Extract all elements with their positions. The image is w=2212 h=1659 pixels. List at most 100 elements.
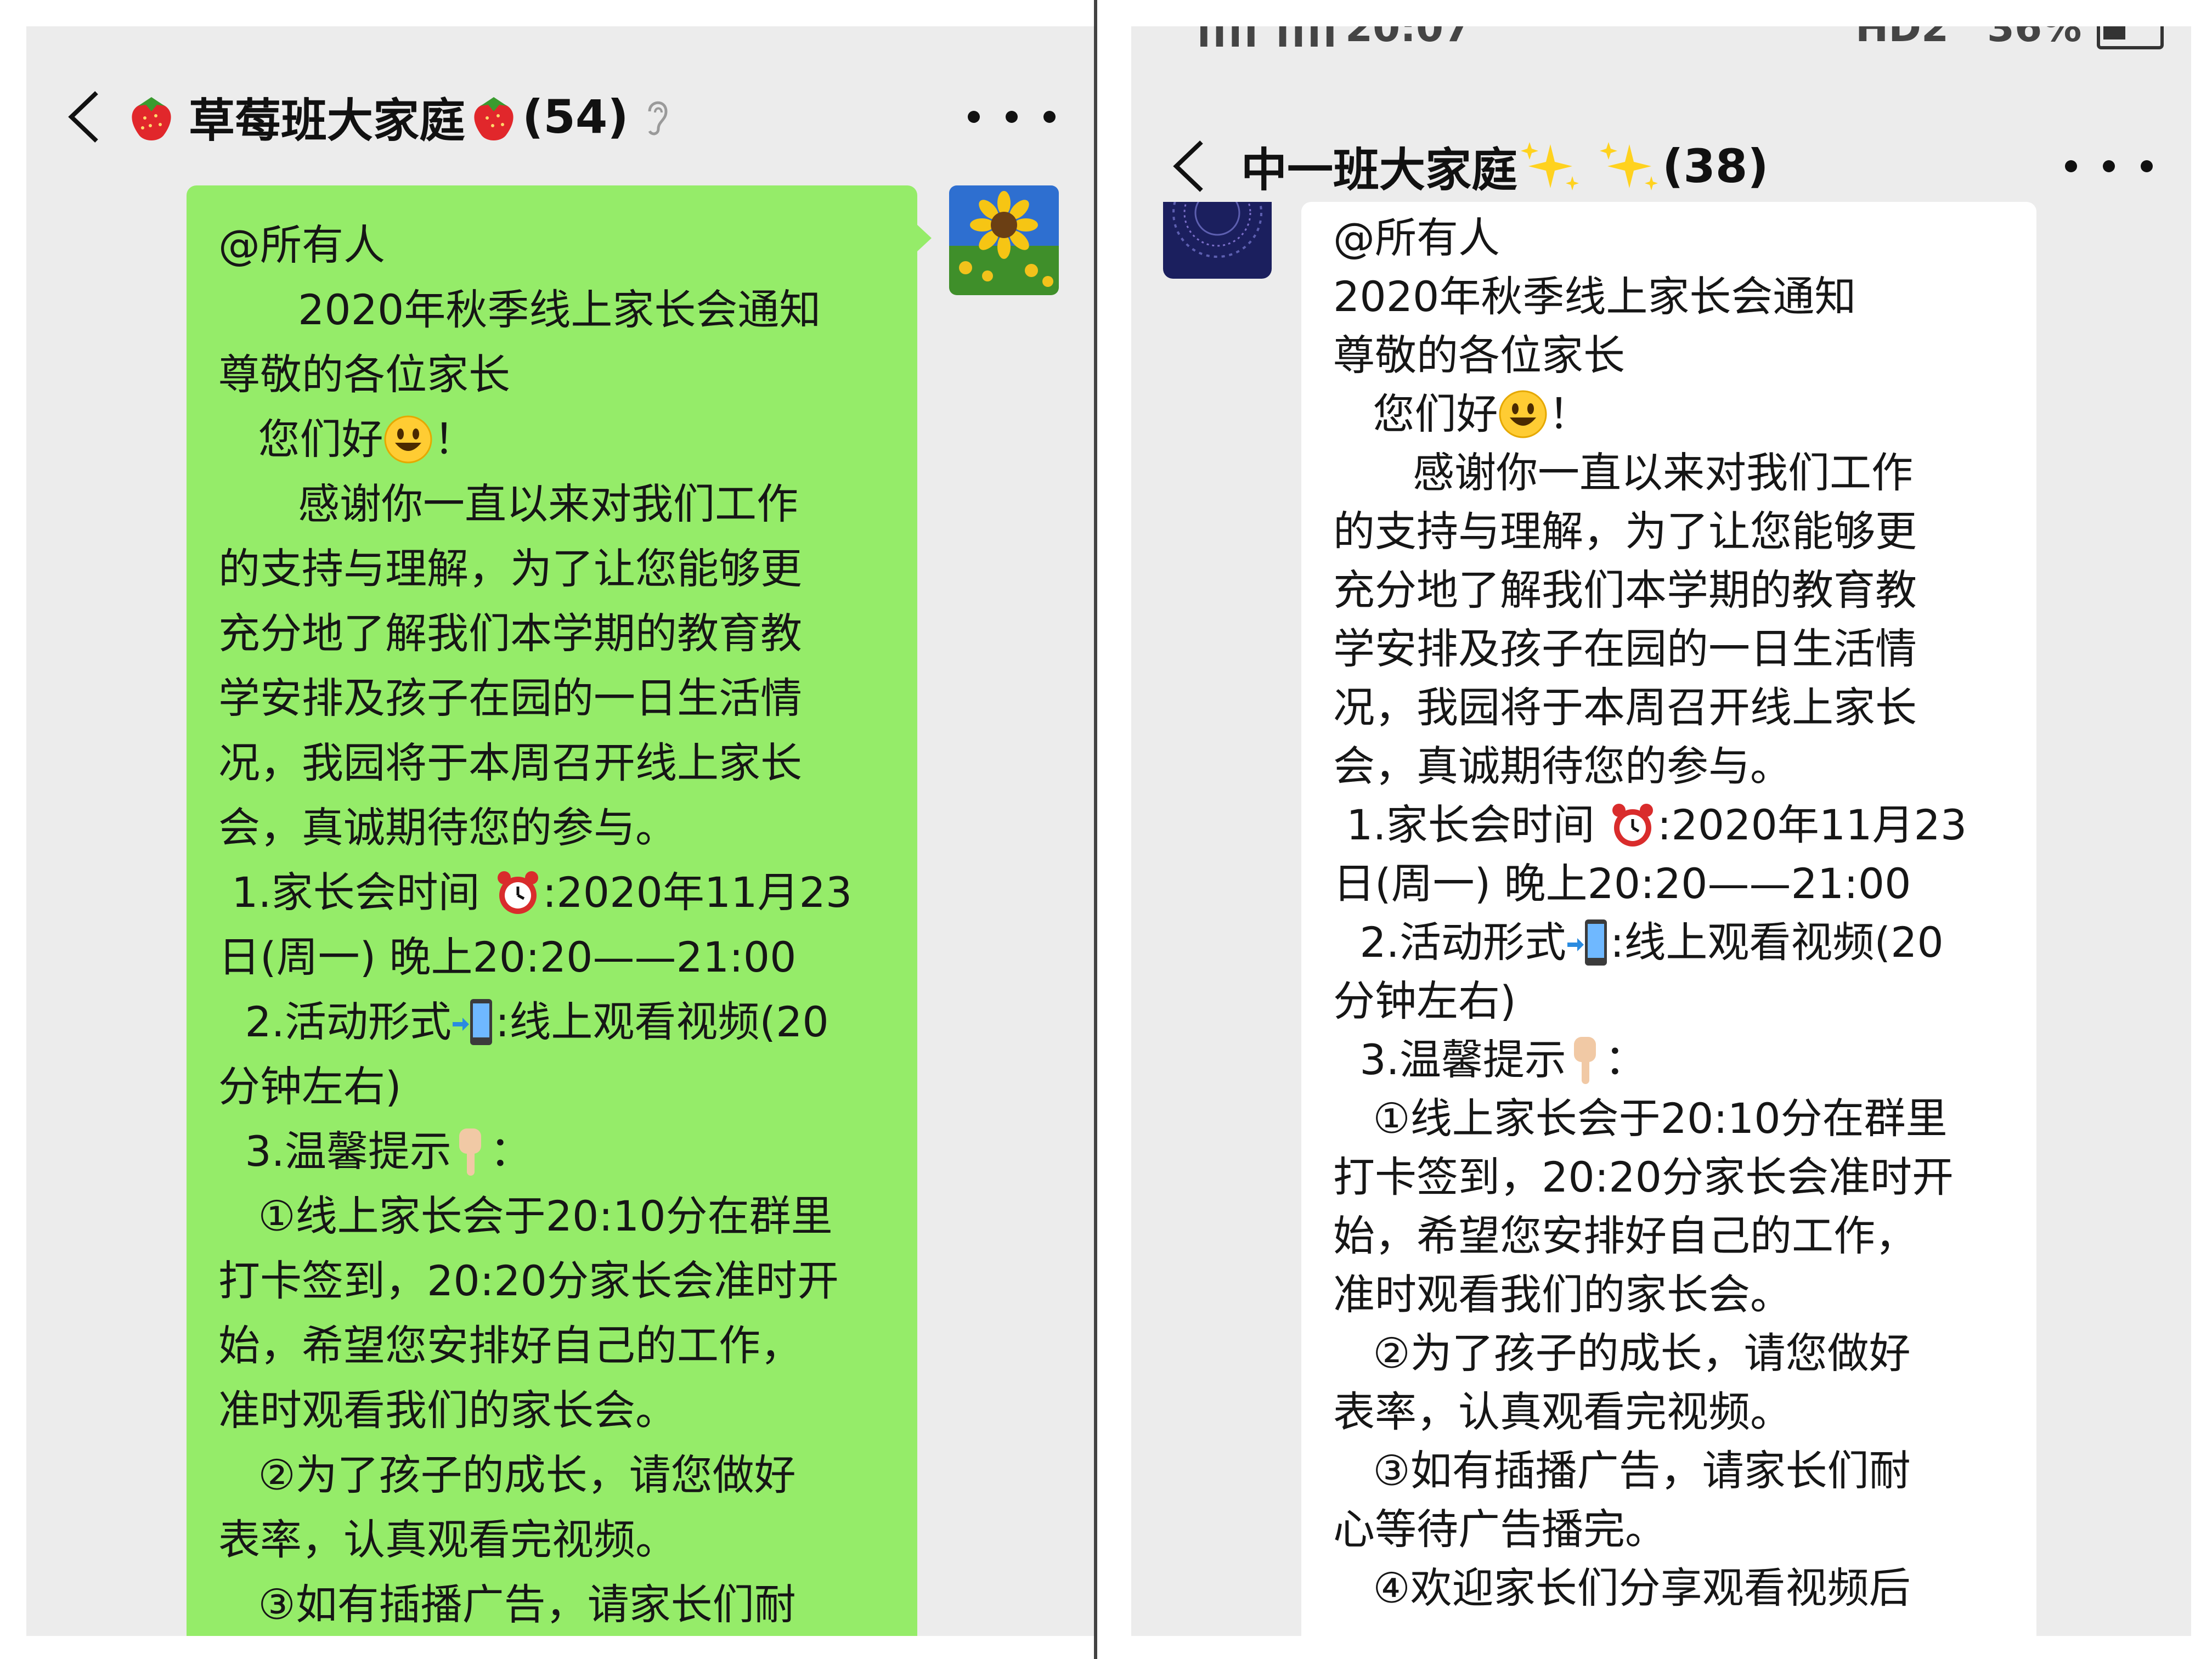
ear-icon: [648, 101, 668, 136]
message-line-format: 2.活动形式 :线上观看视频(20: [1333, 913, 2015, 972]
right-chat-screen: ıııı ıııı 20:07 HD2 36% 中一班大家庭 (38) @所有人…: [1131, 26, 2191, 1636]
network-type: HD2: [1855, 26, 1949, 50]
message-line: 的支持与理解，为了让您能够更: [218, 544, 802, 593]
strawberry-icon: [474, 97, 514, 140]
status-bar: ıııı ıııı 20:07 HD2 36%: [1131, 26, 2191, 59]
message-line: 始，希望您安排好自己的工作，: [1333, 1211, 1917, 1260]
mobile-arrow-icon: [1567, 919, 1607, 966]
message-line: 学安排及孩子在园的一日生活情: [218, 674, 802, 723]
message-line: 始，希望您安排好自己的工作，: [218, 1321, 802, 1370]
signal-icon: ıııı ıııı: [1197, 26, 1339, 56]
smiley-emoji-icon: [1499, 390, 1547, 438]
left-chat-screen: 草莓班大家庭 (54) @所有人 2020年秋季线上家长会通知 尊敬的各位家长 …: [26, 26, 1094, 1636]
group-title[interactable]: 中一班大家庭 (38): [1241, 133, 1769, 200]
message-line-tips: 3.温馨提示 ：: [1333, 1030, 2015, 1089]
message-text: ！: [1548, 390, 1590, 438]
pattern-avatar-image: [1163, 202, 1272, 279]
sparkles-icon: [1600, 142, 1658, 190]
message-line: 准时观看我们的家长会。: [1333, 1270, 1792, 1319]
more-dots-icon: [968, 111, 980, 123]
message-text: ：: [1604, 1035, 1646, 1084]
message-line: 分钟左右): [218, 1062, 402, 1111]
group-name: 中一班大家庭: [1241, 143, 1518, 197]
screenshot-divider: [1094, 0, 1097, 1659]
message-line: 表率，认真观看完视频。: [1333, 1387, 1792, 1436]
smiley-emoji-icon: [384, 415, 432, 464]
message-line: 况，我园将于本周召开线上家长: [1333, 683, 1917, 732]
message-line: 会，真诚期待您的参与。: [1333, 742, 1792, 791]
message-line: 感谢你一直以来对我们工作: [218, 479, 798, 528]
battery-level: 36%: [1987, 26, 2082, 50]
chevron-left-icon: [68, 91, 98, 143]
message-line: @所有人: [1333, 213, 1500, 262]
message-line: 打卡签到，20:20分家长会准时开: [1333, 1153, 1954, 1201]
message-line: 日(周一) 晚上20:20——21:00: [218, 933, 797, 981]
message-text: 您们好: [1333, 390, 1498, 438]
more-dots-icon: [2065, 160, 2077, 172]
message-text: 3.温馨提示: [1333, 1035, 1566, 1084]
message-line: ①线上家长会于20:10分在群里: [218, 1192, 833, 1240]
message-line: ②为了孩子的成长，请您做好: [1333, 1329, 1911, 1378]
message-line: 尊敬的各位家长: [218, 350, 510, 399]
message-line-time: 1.家长会时间 :2020年11月23: [218, 860, 890, 925]
alarm-clock-icon: [1612, 803, 1653, 847]
member-count: (54): [522, 90, 629, 144]
message-line: 况，我园将于本周召开线上家长: [218, 738, 802, 787]
message-text: :2020年11月23: [1657, 800, 1967, 849]
message-line: 心等待广告播完。: [1333, 1505, 1667, 1554]
sparkles-icon: [1521, 142, 1579, 190]
group-title[interactable]: 草莓班大家庭 (54): [125, 84, 670, 150]
message-text: 1.家长会时间: [218, 868, 493, 917]
sender-avatar[interactable]: [949, 185, 1059, 295]
strawberry-icon: [132, 97, 171, 140]
message-text: :线上观看视频(20: [1610, 918, 1944, 967]
message-text: ：: [489, 1127, 532, 1176]
message-line: 充分地了解我们本学期的教育教: [1333, 566, 1917, 614]
message-line: 感谢你一直以来对我们工作: [1333, 448, 1913, 497]
message-text: 您们好: [218, 415, 383, 464]
message-line-greeting: 您们好 ！: [1333, 385, 2015, 443]
back-button[interactable]: [48, 81, 120, 153]
message-line: 会，真诚期待您的参与。: [218, 803, 677, 852]
message-line: 尊敬的各位家长: [1333, 331, 1625, 380]
message-line: ③如有插播广告，请家长们耐: [218, 1580, 796, 1629]
message-text: 2.活动形式: [1333, 918, 1566, 967]
member-count: (38): [1662, 139, 1769, 193]
message-line-tips: 3.温馨提示 ：: [218, 1119, 890, 1184]
group-name: 草莓班大家庭: [189, 93, 466, 148]
message-text: 3.温馨提示: [218, 1127, 452, 1176]
sunflower-avatar-image: [949, 185, 1059, 295]
more-button[interactable]: [2065, 139, 2153, 194]
message-line-greeting: 您们好 ！: [218, 407, 890, 472]
message-line: 2020年秋季线上家长会通知: [1333, 272, 1857, 321]
message-line: 分钟左右): [1333, 977, 1516, 1025]
chevron-left-icon: [1173, 140, 1203, 192]
more-button[interactable]: [968, 89, 1056, 144]
message-line: ①线上家长会于20:10分在群里: [1333, 1094, 1948, 1143]
message-line: ④欢迎家长们分享观看视频后: [1333, 1564, 1911, 1612]
message-line: ②为了孩子的成长，请您做好: [218, 1451, 796, 1499]
message-line: 充分地了解我们本学期的教育教: [218, 609, 802, 658]
alarm-clock-icon: [497, 871, 538, 914]
message-text: :2020年11月23: [542, 868, 853, 917]
battery-icon: [2097, 26, 2164, 49]
mobile-arrow-icon: [452, 999, 492, 1045]
message-line: 的支持与理解，为了让您能够更: [1333, 507, 1917, 556]
message-text: 2.活动形式: [218, 997, 452, 1046]
message-line-time: 1.家长会时间 :2020年11月23: [1333, 795, 2015, 854]
message-text: 1.家长会时间: [1333, 800, 1608, 849]
message-bubble[interactable]: @所有人 2020年秋季线上家长会通知 尊敬的各位家长 您们好 ！ 感谢你一直以…: [1301, 202, 2036, 1636]
message-text: :线上观看视频(20: [495, 997, 829, 1046]
message-line: 日(周一) 晚上20:20——21:00: [1333, 859, 1911, 908]
message-line: ③如有插播广告，请家长们耐: [1333, 1446, 1911, 1495]
message-line: 2020年秋季线上家长会通知: [218, 285, 821, 334]
back-button[interactable]: [1153, 131, 1224, 202]
message-bubble[interactable]: @所有人 2020年秋季线上家长会通知 尊敬的各位家长 您们好 ！ 感谢你一直以…: [187, 185, 932, 1636]
status-time: 20:07: [1345, 26, 1471, 50]
pointing-down-icon: [1573, 1036, 1596, 1084]
pointing-down-icon: [459, 1128, 481, 1176]
sender-avatar[interactable]: [1163, 202, 1272, 279]
message-text: ！: [433, 415, 476, 464]
message-line: @所有人: [218, 221, 385, 269]
message-line: 学安排及孩子在园的一日生活情: [1333, 624, 1917, 673]
